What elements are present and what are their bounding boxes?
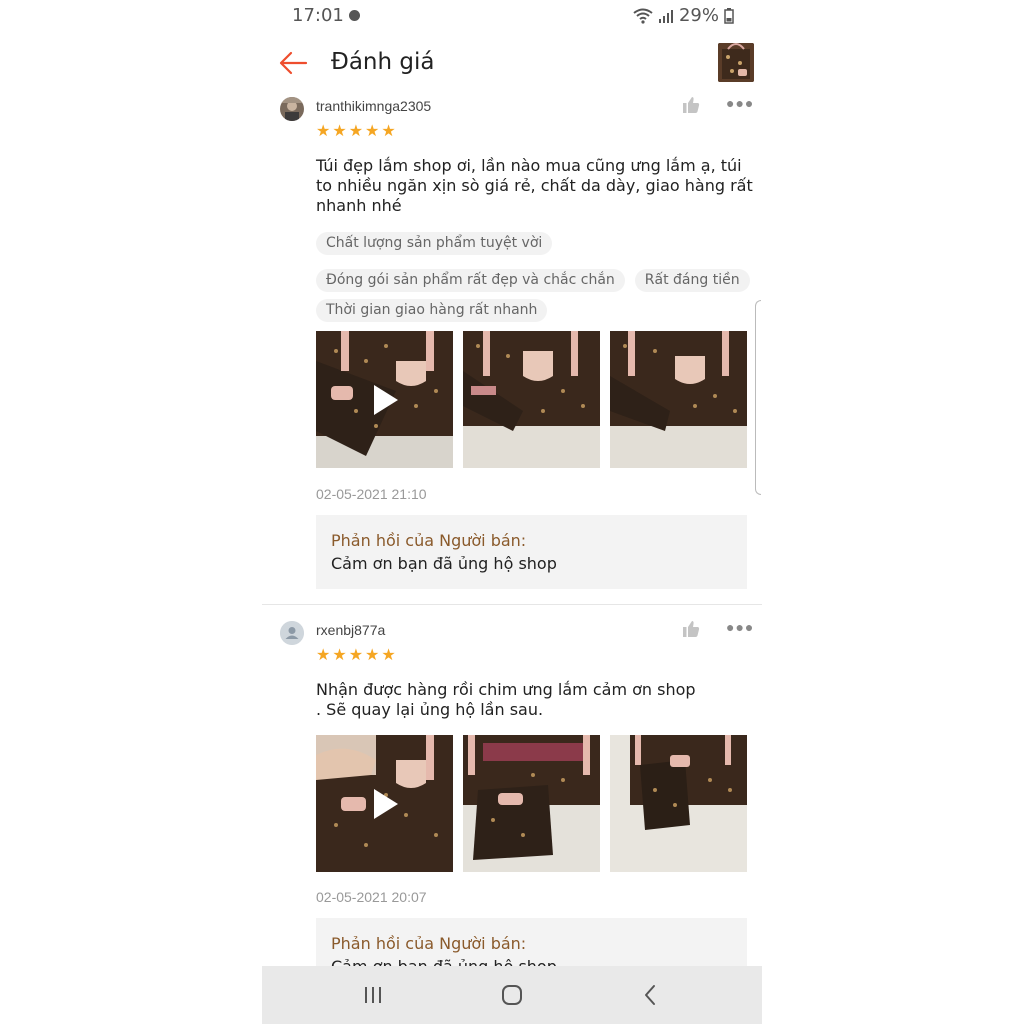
page-title: Đánh giá [331,49,435,75]
star-rating: ★ ★ ★ ★ ★ [316,124,396,140]
thumbs-up-icon[interactable] [682,620,700,638]
more-dots-icon[interactable]: ●●● [726,95,754,111]
review-text: Túi đẹp lắm shop ơi, lần nào mua cũng ưn… [316,156,753,215]
play-icon[interactable] [374,385,398,415]
review-text-line: . Sẽ quay lại ủng hộ lần sau. [316,700,544,719]
review-date: 02-05-2021 21:10 [316,486,427,502]
review-tag: Rất đáng tiền [634,269,750,292]
star-icon: ★ [316,123,331,140]
battery-icon [724,7,734,24]
review-media [316,735,747,872]
status-icons: 29% [633,5,734,26]
reviewer-name: rxenbj877a [316,622,386,638]
chevron-left-icon[interactable] [639,983,663,1007]
status-bar: 17:01 29% [262,0,762,30]
more-dots-icon[interactable]: ●●● [726,619,754,635]
review-media [316,331,747,468]
page-header: Đánh giá [262,38,762,90]
arrow-left-icon[interactable] [278,48,308,78]
scroll-edge-indicator [755,300,761,495]
star-icon: ★ [348,647,364,664]
star-icon: ★ [381,647,396,664]
phone-screen: 17:01 29% Đánh giá tranthikimnga2305 ●●●… [262,0,762,1024]
seller-reply: Phản hồi của Người bán: Cảm ơn bạn đã ủn… [316,515,747,589]
notification-dot-icon [349,10,360,21]
review-video[interactable] [316,735,453,872]
review-tag: Đóng gói sản phẩm rất đẹp và chắc chắn [316,269,625,292]
avatar [280,621,304,645]
review-photo[interactable] [610,331,747,468]
review-video[interactable] [316,331,453,468]
play-icon[interactable] [374,789,398,819]
review-photo[interactable] [463,331,600,468]
star-icon: ★ [348,123,364,140]
status-time: 17:01 [292,5,344,26]
avatar [280,97,304,121]
star-icon: ★ [365,647,380,664]
system-nav-bar [262,966,762,1024]
seller-reply-text: Cảm ơn bạn đã ủng hộ shop [331,554,557,573]
signal-icon [658,9,673,23]
thumbs-up-icon[interactable] [682,96,700,114]
product-thumbnail[interactable] [718,43,754,82]
wifi-icon [633,8,653,24]
reviewer-name: tranthikimnga2305 [316,98,432,114]
star-rating: ★ ★ ★ ★ ★ [316,648,396,664]
star-icon: ★ [381,123,396,140]
review-tag: Chất lượng sản phẩm tuyệt vời [316,232,553,255]
review-tags: Chất lượng sản phẩm tuyệt vời Đóng gói s… [316,232,756,322]
divider [262,604,762,605]
review-text-line: Nhận được hàng rồi chim ưng lắm cảm ơn s… [316,680,696,699]
seller-reply-title: Phản hồi của Người bán: [331,531,527,550]
star-icon: ★ [332,647,347,664]
star-icon: ★ [332,123,347,140]
review-date: 02-05-2021 20:07 [316,889,427,905]
recent-apps-icon[interactable] [361,983,385,1007]
review-photo[interactable] [463,735,600,872]
seller-reply-title: Phản hồi của Người bán: [331,934,527,953]
battery-percent: 29% [678,5,719,26]
star-icon: ★ [365,123,380,140]
review-text: Nhận được hàng rồi chim ưng lắm cảm ơn s… [316,680,756,720]
home-icon[interactable] [500,983,524,1007]
review-photo[interactable] [610,735,747,872]
review-tag: Thời gian giao hàng rất nhanh [316,299,548,322]
star-icon: ★ [316,647,331,664]
